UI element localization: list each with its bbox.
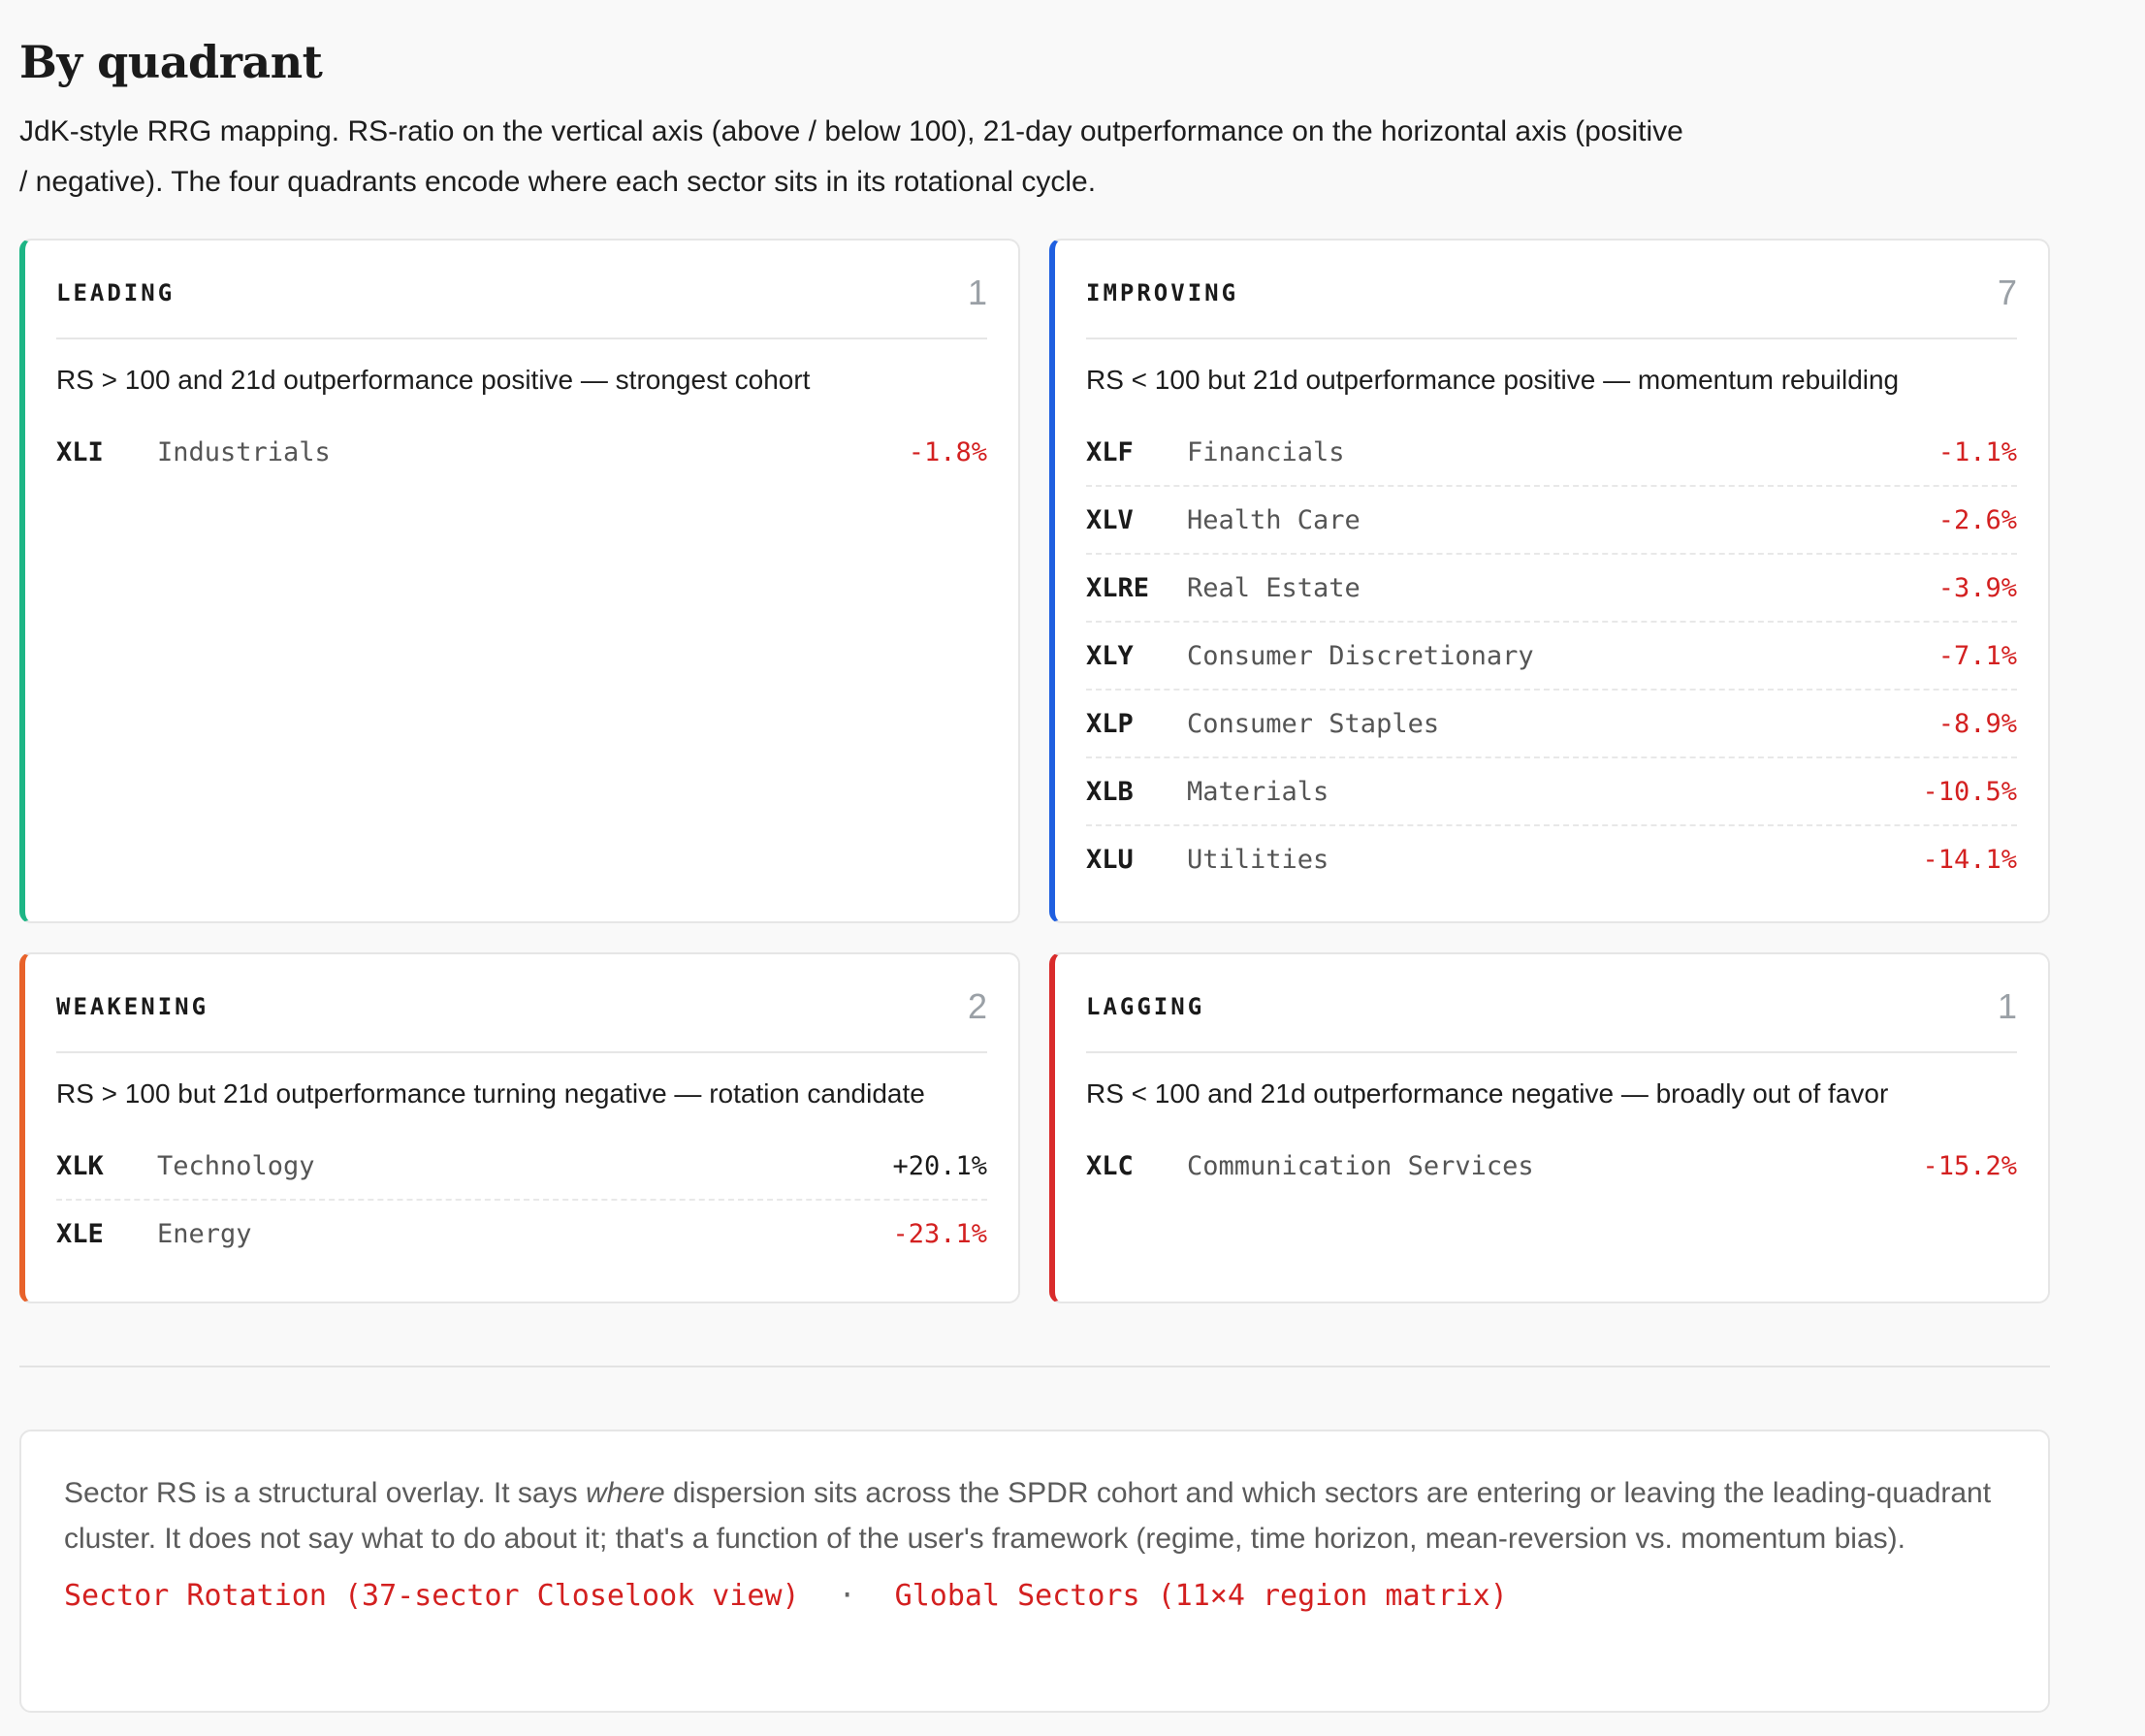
sector-ticker: XLF	[1086, 436, 1134, 467]
quadrant-title: LAGGING	[1086, 993, 1205, 1020]
quadrant-title: WEAKENING	[56, 993, 209, 1020]
quadrant-title: LEADING	[56, 279, 176, 306]
sector-row[interactable]: XLP Consumer Staples -8.9%	[1086, 691, 2017, 758]
quadrant-count: 1	[1997, 986, 2017, 1026]
sector-name: Real Estate	[1187, 572, 1361, 603]
sector-ticker: XLY	[1086, 640, 1134, 671]
sector-ticker: XLP	[1086, 708, 1134, 739]
sector-ticker: XLU	[1086, 844, 1134, 875]
sector-name: Industrials	[157, 436, 331, 467]
sector-list: XLK Technology +20.1% XLE Energy -23.1%	[56, 1133, 987, 1267]
quadrant-description: RS > 100 but 21d outperformance turning …	[56, 1078, 925, 1109]
sector-change: -1.1%	[1937, 436, 2017, 467]
sector-name: Communication Services	[1187, 1150, 1534, 1181]
sector-name: Utilities	[1187, 844, 1329, 875]
sector-ticker: XLC	[1086, 1150, 1134, 1181]
sector-row[interactable]: XLB Materials -10.5%	[1086, 758, 2017, 826]
sector-list: XLF Financials -1.1% XLV Health Care -2.6% XLR…	[1086, 419, 2017, 892]
sector-ticker: XLK	[56, 1150, 104, 1181]
quadrant-card-leading: LEADING 1 RS > 100 and 21d outperformanc…	[19, 239, 1020, 923]
sector-change: -8.9%	[1937, 708, 2017, 739]
sector-change: -23.1%	[892, 1218, 987, 1249]
quadrant-grid: LEADING 1 RS > 100 and 21d outperformanc…	[19, 239, 2050, 1303]
quadrant-card-weakening: WEAKENING 2 RS > 100 but 21d outperforma…	[19, 952, 1020, 1303]
sector-ticker: XLB	[1086, 776, 1134, 807]
sector-row[interactable]: XLY Consumer Discretionary -7.1%	[1086, 623, 2017, 691]
quadrant-description: RS > 100 and 21d outperformance positive…	[56, 365, 811, 395]
sector-row[interactable]: XLRE Real Estate -3.9%	[1086, 555, 2017, 623]
sector-change: -1.8%	[908, 436, 987, 467]
sector-change: -3.9%	[1937, 572, 2017, 603]
sector-change: -2.6%	[1937, 504, 2017, 535]
sector-name: Consumer Discretionary	[1187, 640, 1534, 671]
sector-name: Materials	[1187, 776, 1329, 807]
sector-change: -7.1%	[1937, 640, 2017, 671]
quadrant-description: RS < 100 but 21d outperformance positive…	[1086, 365, 1900, 395]
sector-change: -15.2%	[1922, 1150, 2017, 1181]
quadrant-card-improving: IMPROVING 7 RS < 100 but 21d outperforma…	[1049, 239, 2050, 923]
sector-row[interactable]: XLF Financials -1.1%	[1086, 419, 2017, 487]
quadrant-card-lagging: LAGGING 1 RS < 100 and 21d outperformanc…	[1049, 952, 2050, 1303]
sector-list: XLI Industrials -1.8%	[56, 419, 987, 485]
page-title: By quadrant	[19, 36, 323, 88]
intro-text: JdK-style RRG mapping. RS-ratio on the v…	[19, 115, 1683, 198]
card-header: IMPROVING 7	[1086, 272, 2017, 339]
sector-row[interactable]: XLU Utilities -14.1%	[1086, 826, 2017, 892]
sector-row[interactable]: XLE Energy -23.1%	[56, 1201, 987, 1267]
note-emphasis: where	[585, 1477, 665, 1509]
sector-name: Health Care	[1187, 504, 1361, 535]
sector-ticker: XLE	[56, 1218, 104, 1249]
sector-ticker: XLRE	[1086, 572, 1150, 603]
quadrant-title: IMPROVING	[1086, 279, 1239, 306]
sector-row[interactable]: XLC Communication Services -15.2%	[1086, 1133, 2017, 1199]
sector-change: -10.5%	[1922, 776, 2017, 807]
section-divider	[19, 1366, 2050, 1367]
sector-list: XLC Communication Services -15.2%	[1086, 1133, 2017, 1199]
card-header: WEAKENING 2	[56, 985, 987, 1053]
sector-name: Consumer Staples	[1187, 708, 1440, 739]
related-links: Sector Rotation (37-sector Closelook vie…	[64, 1579, 2005, 1613]
card-header: LEADING 1	[56, 272, 987, 339]
sector-row[interactable]: XLK Technology +20.1%	[56, 1133, 987, 1201]
sector-name: Energy	[157, 1218, 252, 1249]
quadrant-count: 2	[967, 986, 987, 1026]
sector-change: -14.1%	[1922, 844, 2017, 875]
sector-name: Technology	[157, 1150, 315, 1181]
sector-name: Financials	[1187, 436, 1345, 467]
sector-ticker: XLI	[56, 436, 104, 467]
quadrant-count: 7	[1997, 273, 2017, 312]
sector-ticker: XLV	[1086, 504, 1134, 535]
sector-rotation-link[interactable]: Sector Rotation (37-sector Closelook vie…	[64, 1579, 800, 1613]
card-header: LAGGING 1	[1086, 985, 2017, 1053]
note-text: Sector RS is a structural overlay. It sa…	[64, 1470, 2005, 1561]
link-separator: ·	[838, 1579, 856, 1613]
note-text-part: Sector RS is a structural overlay. It sa…	[64, 1477, 586, 1509]
sector-change: +20.1%	[892, 1150, 987, 1181]
sector-row[interactable]: XLI Industrials -1.8%	[56, 419, 987, 485]
page: By quadrant JdK-style RRG mapping. RS-ra…	[0, 0, 2050, 1713]
note-panel: Sector RS is a structural overlay. It sa…	[19, 1430, 2050, 1713]
quadrant-count: 1	[967, 273, 987, 312]
quadrant-description: RS < 100 and 21d outperformance negative…	[1086, 1078, 1889, 1109]
global-sectors-link[interactable]: Global Sectors (11×4 region matrix)	[895, 1579, 1508, 1613]
sector-row[interactable]: XLV Health Care -2.6%	[1086, 487, 2017, 555]
